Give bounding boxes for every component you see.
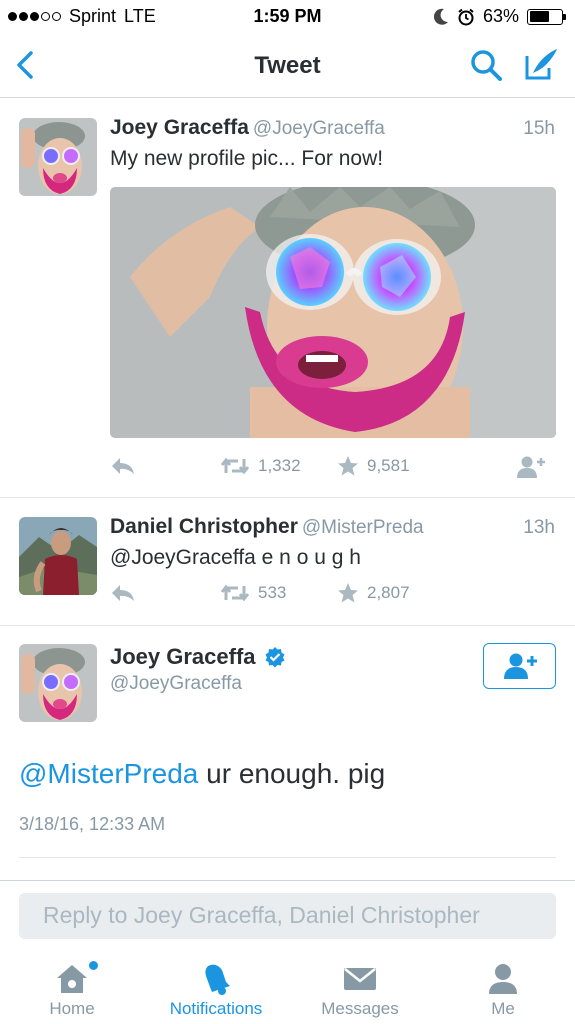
- retweet-button[interactable]: 1,332: [220, 455, 301, 477]
- tab-label: Messages: [321, 999, 399, 1018]
- retweet-count: 1,332: [258, 456, 301, 475]
- tab-notifications[interactable]: Notifications: [144, 950, 288, 1024]
- battery-percent: 63%: [482, 6, 519, 26]
- avatar[interactable]: [19, 517, 97, 595]
- like-count: 9,581: [367, 456, 410, 475]
- tab-label: Home: [49, 999, 95, 1018]
- add-user-icon: [503, 653, 537, 679]
- tweet-time: 13h: [523, 517, 555, 538]
- star-icon: [338, 456, 358, 476]
- tweet-actions: 1,332 9,581: [110, 455, 556, 483]
- reply-icon: [112, 585, 134, 601]
- tweet-author[interactable]: Daniel Christopher @MisterPreda: [110, 515, 424, 539]
- tweet-author[interactable]: Joey Graceffa @JoeyGraceffa: [110, 116, 385, 140]
- follow-button[interactable]: [483, 643, 556, 689]
- tweet-time: 15h: [523, 118, 555, 139]
- tab-home[interactable]: Home: [0, 950, 144, 1024]
- tab-me[interactable]: Me: [431, 950, 575, 1024]
- verified-badge-icon: [265, 647, 285, 668]
- tweet-text: My new profile pic... For now!: [110, 147, 384, 170]
- person-icon: [489, 964, 517, 994]
- reply-button[interactable]: [110, 582, 136, 604]
- author-handle: @JoeyGraceffa: [252, 118, 385, 139]
- battery-icon: [527, 8, 566, 25]
- tweet-photo[interactable]: [110, 187, 556, 438]
- tweet-joey[interactable]: Joey Graceffa @JoeyGraceffa 15h My new pr…: [0, 99, 575, 498]
- avatar[interactable]: [19, 644, 97, 722]
- status-right: 63%: [433, 6, 566, 27]
- tab-messages[interactable]: Messages: [288, 950, 432, 1024]
- like-count: 2,807: [367, 583, 410, 602]
- tab-bar: Home Notifications Messages Me: [0, 950, 575, 1024]
- retweet-button[interactable]: 533: [220, 582, 286, 604]
- reply-icon: [112, 458, 134, 474]
- add-user-icon: [517, 456, 545, 478]
- author-name: Joey Graceffa: [110, 644, 256, 669]
- main-author[interactable]: Joey Graceffa: [110, 644, 286, 670]
- retweet-icon: [220, 457, 250, 475]
- tweet-body: ur enough. pig: [198, 758, 386, 789]
- tab-label: Me: [491, 999, 515, 1018]
- like-button[interactable]: 9,581: [337, 455, 410, 477]
- bell-icon: [205, 964, 230, 995]
- follow-icon-button[interactable]: [516, 455, 546, 479]
- author-handle: @JoeyGraceffa: [110, 673, 242, 694]
- divider: [19, 857, 556, 858]
- home-icon: [57, 965, 87, 993]
- search-icon[interactable]: [469, 48, 503, 82]
- main-tweet-text: @MisterPreda ur enough. pig: [19, 758, 385, 790]
- avatar[interactable]: [19, 118, 97, 196]
- new-content-dot: [89, 961, 98, 970]
- envelope-icon: [344, 968, 376, 990]
- author-name: Joey Graceffa: [110, 116, 249, 139]
- tweet-text: @JoeyGraceffa e n o u g h: [110, 546, 361, 569]
- tweet-timestamp: 3/18/16, 12:33 AM: [19, 814, 166, 834]
- compose-icon[interactable]: [523, 46, 559, 82]
- status-bar: Sprint LTE 1:59 PM 63%: [0, 0, 575, 34]
- star-icon: [338, 583, 358, 603]
- like-button[interactable]: 2,807: [337, 582, 410, 604]
- author-handle: @MisterPreda: [301, 517, 424, 538]
- tweet-actions: 533 2,807: [110, 582, 556, 610]
- moon-icon: [433, 8, 448, 25]
- mention-link[interactable]: @MisterPreda: [19, 758, 198, 789]
- nav-bar: Tweet: [0, 34, 575, 98]
- retweet-count: 533: [258, 583, 287, 602]
- reply-input[interactable]: Reply to Joey Graceffa, Daniel Christoph…: [19, 893, 556, 939]
- tweet-daniel[interactable]: Daniel Christopher @MisterPreda 13h @Joey…: [0, 498, 575, 626]
- reply-bar: Reply to Joey Graceffa, Daniel Christoph…: [0, 880, 575, 950]
- author-name: Daniel Christopher: [110, 515, 298, 538]
- reply-button[interactable]: [110, 455, 136, 477]
- tab-label: Notifications: [169, 999, 263, 1018]
- alarm-icon: [458, 8, 474, 25]
- retweet-icon: [220, 584, 250, 602]
